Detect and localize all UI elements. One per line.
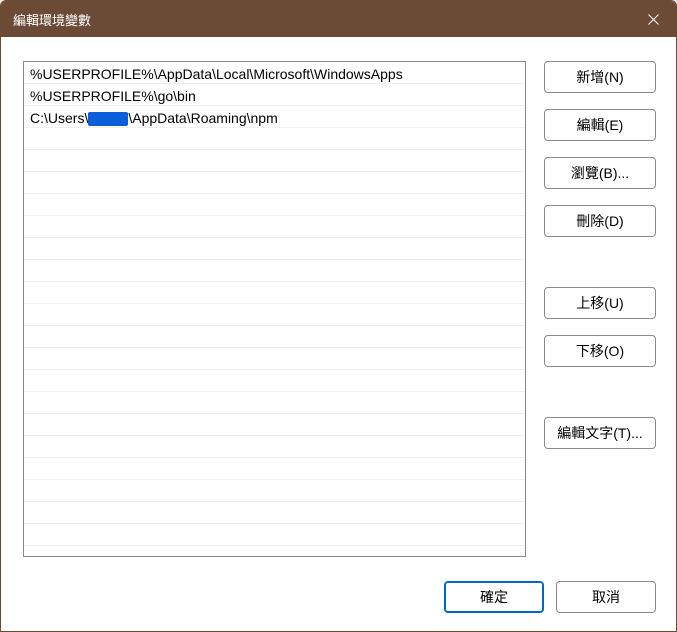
redacted-segment	[88, 112, 128, 126]
close-icon	[648, 14, 659, 25]
list-item-text-prefix: C:\Users\	[30, 110, 88, 126]
list-item-empty[interactable]	[24, 216, 525, 238]
list-item[interactable]: %USERPROFILE%\AppData\Local\Microsoft\Wi…	[24, 62, 525, 84]
list-item-empty[interactable]	[24, 304, 525, 326]
list-item-empty[interactable]	[24, 502, 525, 524]
delete-button[interactable]: 刪除(D)	[544, 205, 656, 237]
list-item-empty[interactable]	[24, 260, 525, 282]
ok-button[interactable]: 確定	[444, 581, 544, 613]
list-item[interactable]: %USERPROFILE%\go\bin	[24, 84, 525, 106]
list-item-empty[interactable]	[24, 150, 525, 172]
list-item-empty[interactable]	[24, 194, 525, 216]
path-listbox[interactable]: %USERPROFILE%\AppData\Local\Microsoft\Wi…	[23, 61, 526, 557]
list-item-empty[interactable]	[24, 128, 525, 150]
content-area: %USERPROFILE%\AppData\Local\Microsoft\Wi…	[1, 37, 676, 581]
list-item-empty[interactable]	[24, 172, 525, 194]
list-item-empty[interactable]	[24, 348, 525, 370]
list-item-text-suffix: \AppData\Roaming\npm	[128, 110, 277, 126]
list-item-empty[interactable]	[24, 436, 525, 458]
list-item-empty[interactable]	[24, 326, 525, 348]
list-item-empty[interactable]	[24, 480, 525, 502]
list-item[interactable]: C:\Users\ \AppData\Roaming\npm	[24, 106, 525, 128]
titlebar: 編輯環境變數	[1, 1, 676, 37]
move-up-button[interactable]: 上移(U)	[544, 287, 656, 319]
list-item-empty[interactable]	[24, 414, 525, 436]
list-item-empty[interactable]	[24, 238, 525, 260]
list-item-empty[interactable]	[24, 370, 525, 392]
list-item-empty[interactable]	[24, 392, 525, 414]
list-item-empty[interactable]	[24, 458, 525, 480]
list-item-empty[interactable]	[24, 282, 525, 304]
sidebar-buttons: 新增(N) 編輯(E) 瀏覽(B)... 刪除(D) 上移(U) 下移(O) 編…	[544, 61, 656, 563]
titlebar-title: 編輯環境變數	[13, 10, 630, 29]
list-item-empty[interactable]	[24, 524, 525, 546]
edit-text-button[interactable]: 編輯文字(T)...	[544, 417, 656, 449]
edit-button[interactable]: 編輯(E)	[544, 109, 656, 141]
footer: 確定 取消	[1, 581, 676, 631]
close-button[interactable]	[630, 1, 676, 37]
dialog-window: 編輯環境變數 %USERPROFILE%\AppData\Local\Micro…	[0, 0, 677, 632]
new-button[interactable]: 新增(N)	[544, 61, 656, 93]
browse-button[interactable]: 瀏覽(B)...	[544, 157, 656, 189]
cancel-button[interactable]: 取消	[556, 581, 656, 613]
move-down-button[interactable]: 下移(O)	[544, 335, 656, 367]
